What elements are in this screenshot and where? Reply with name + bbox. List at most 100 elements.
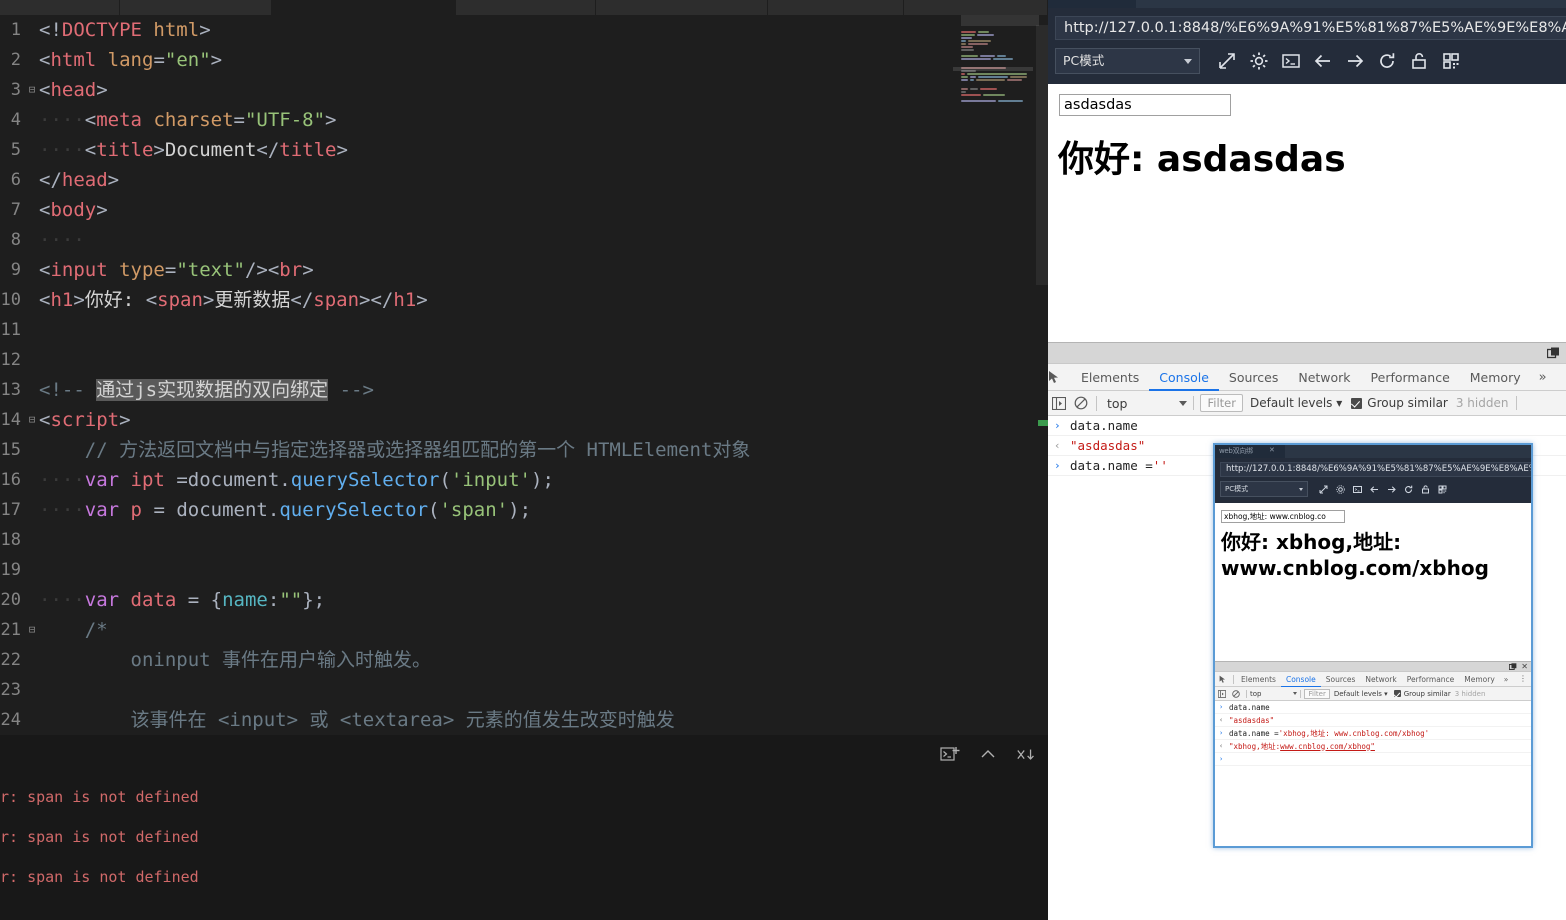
expand-window-icon[interactable] bbox=[1318, 484, 1329, 495]
inner-devtools-tabs[interactable]: Elements Console Sources Network Performance… bbox=[1236, 672, 1500, 687]
editor-tab[interactable] bbox=[903, 0, 1048, 15]
code-lines[interactable]: 1 <!DOCTYPE html> 2 <html lang="en"> 3 ⊟ <head… bbox=[0, 15, 751, 735]
code-viewport[interactable]: 1 <!DOCTYPE html> 2 <html lang="en"> 3 ⊟ <head… bbox=[0, 15, 1048, 735]
forward-arrow-icon[interactable] bbox=[1386, 484, 1397, 495]
inner-group-similar-checkbox[interactable] bbox=[1393, 690, 1401, 697]
devtools-tab-performance[interactable]: Performance bbox=[1361, 364, 1460, 391]
reload-icon[interactable] bbox=[1376, 50, 1398, 72]
code-line[interactable]: 4 ····<meta charset="UTF-8"> bbox=[0, 105, 750, 135]
editor-tab[interactable] bbox=[0, 0, 121, 15]
minimap-viewport[interactable] bbox=[961, 15, 1039, 26]
inner-device-mode-select[interactable]: PC模式 bbox=[1220, 481, 1308, 497]
code-line[interactable]: 16 ····var ipt =document.querySelector('i… bbox=[0, 465, 750, 495]
chevron-down-icon[interactable] bbox=[1179, 400, 1188, 406]
inner-console-line[interactable]: ‹ "asdasdas" bbox=[1215, 714, 1531, 727]
devtools-tab-console[interactable]: Console bbox=[1149, 364, 1219, 391]
editor-tab[interactable] bbox=[272, 0, 456, 15]
devtools-tab-sources[interactable]: Sources bbox=[1219, 364, 1288, 391]
qr-code-icon[interactable] bbox=[1440, 50, 1462, 72]
inner-address-bar[interactable]: http://127.0.0.1:8848/%E6%9A%91%E5%81%87… bbox=[1220, 462, 1531, 477]
code-line[interactable]: 14 ⊟ <script> bbox=[0, 405, 750, 435]
console-icon[interactable] bbox=[1352, 484, 1363, 495]
console-line[interactable]: › data.name bbox=[1048, 416, 1566, 436]
terminal-output[interactable]: r: span is not defined r: span is not def… bbox=[0, 777, 1048, 920]
browser-tab-strip[interactable] bbox=[1048, 0, 1566, 8]
editor-tab-strip[interactable] bbox=[0, 0, 1048, 15]
inner-console-line[interactable]: › data.name = 'xbhog,地址: www.cnblog.com/x… bbox=[1215, 727, 1531, 740]
inner-page-text-input[interactable]: xbhog,地址: www.cnblog.co bbox=[1221, 510, 1345, 523]
minimap-scrollbar[interactable] bbox=[1036, 25, 1048, 285]
code-line[interactable]: 15 // 方法返回文档中与指定选择器或选择器组匹配的第一个 HTMLEleme… bbox=[0, 435, 751, 465]
code-line[interactable]: 19 bbox=[0, 555, 750, 585]
inner-tab-strip[interactable]: web双向绑 ✕ bbox=[1215, 445, 1531, 458]
inner-devtools-tab-elements[interactable]: Elements bbox=[1236, 672, 1281, 687]
console-icon[interactable] bbox=[1280, 50, 1302, 72]
devtools-tab-memory[interactable]: Memory bbox=[1460, 364, 1531, 391]
fold-toggle-icon[interactable]: ⊟ bbox=[25, 615, 39, 645]
inner-browser-window[interactable]: web双向绑 ✕ http://127.0.0.1:8848/%E6%9A%91… bbox=[1213, 443, 1533, 848]
inner-devtools-tab-performance[interactable]: Performance bbox=[1402, 672, 1460, 687]
inner-console-output[interactable]: › data.name ‹ "asdasdas" › data.name = 'xbhog… bbox=[1215, 701, 1531, 846]
inner-console-context-selector[interactable]: top bbox=[1250, 690, 1261, 698]
group-similar-checkbox[interactable] bbox=[1351, 397, 1363, 409]
inspect-element-icon[interactable] bbox=[1048, 370, 1063, 385]
fold-toggle-icon[interactable]: ⊟ bbox=[25, 405, 39, 435]
code-line[interactable]: 13 <!-- 通过js实现数据的双向绑定 --> bbox=[0, 375, 750, 405]
console-sidebar-icon[interactable] bbox=[1048, 396, 1070, 410]
back-arrow-icon[interactable] bbox=[1312, 50, 1334, 72]
inner-console-line[interactable]: › data.name bbox=[1215, 701, 1531, 714]
dock-side-icon[interactable] bbox=[1509, 663, 1517, 671]
inner-console-line[interactable]: ‹ "xbhog,地址: www.cnblog.com/xbhog" bbox=[1215, 740, 1531, 753]
gear-icon[interactable] bbox=[1248, 50, 1270, 72]
back-arrow-icon[interactable] bbox=[1369, 484, 1380, 495]
code-line[interactable]: 3 ⊟ <head> bbox=[0, 75, 750, 105]
console-context-selector[interactable]: top bbox=[1107, 396, 1127, 411]
more-tabs-icon[interactable]: » bbox=[1531, 370, 1555, 385]
code-line[interactable]: 17 ····var p = document.querySelector('sp… bbox=[0, 495, 750, 525]
code-line[interactable]: 22 oninput 事件在用户输入时触发。 bbox=[0, 645, 750, 675]
devtools-tab-bar[interactable]: Elements Console Sources Network Performance… bbox=[1048, 364, 1566, 391]
inner-more-tabs-icon[interactable]: » bbox=[1500, 675, 1513, 684]
code-line[interactable]: 10 <h1>你好: <span>更新数据</span></h1> bbox=[0, 285, 750, 315]
inner-log-level-selector[interactable]: Default levels ▾ bbox=[1334, 690, 1388, 698]
inner-console-filter-input[interactable]: Filter bbox=[1304, 688, 1330, 699]
close-panel-icon[interactable] bbox=[1016, 745, 1036, 765]
code-line[interactable]: 18 bbox=[0, 525, 750, 555]
code-line[interactable]: 8 ···· bbox=[0, 225, 750, 255]
console-sidebar-icon[interactable] bbox=[1215, 689, 1229, 698]
new-terminal-icon[interactable] bbox=[940, 745, 960, 765]
address-bar[interactable]: http://127.0.0.1:8848/%E6%9A%91%E5%81%87… bbox=[1055, 16, 1566, 40]
unlock-icon[interactable] bbox=[1420, 484, 1431, 495]
code-line[interactable]: 12 bbox=[0, 345, 750, 375]
code-line[interactable]: 5 ····<title>Document</title> bbox=[0, 135, 750, 165]
editor-tab[interactable] bbox=[767, 0, 904, 15]
code-line[interactable]: 7 <body> bbox=[0, 195, 750, 225]
editor-tab[interactable] bbox=[455, 0, 596, 15]
inspect-element-icon[interactable] bbox=[1215, 675, 1231, 684]
inner-devtools-close-icon[interactable]: ✕ bbox=[1521, 662, 1528, 671]
editor-tab[interactable] bbox=[596, 0, 768, 15]
inner-devtools-tab-network[interactable]: Network bbox=[1360, 672, 1401, 687]
editor-minimap[interactable] bbox=[953, 15, 1048, 735]
devtools-tabs[interactable]: Elements Console Sources Network Performance… bbox=[1071, 364, 1531, 391]
fold-toggle-icon[interactable]: ⊟ bbox=[25, 75, 39, 105]
clear-console-icon[interactable] bbox=[1070, 396, 1092, 410]
expand-window-icon[interactable] bbox=[1216, 50, 1238, 72]
inner-tab-blank[interactable] bbox=[1285, 445, 1531, 458]
code-line[interactable]: 24 该事件在 <input> 或 <textarea> 元素的值发生改变时触发 bbox=[0, 705, 750, 735]
chevron-down-icon[interactable] bbox=[1293, 692, 1298, 695]
log-level-selector[interactable]: Default levels ▾ bbox=[1250, 396, 1342, 410]
editor-tab[interactable] bbox=[120, 0, 273, 15]
gear-icon[interactable] bbox=[1335, 484, 1346, 495]
code-line[interactable]: 2 <html lang="en"> bbox=[0, 45, 750, 75]
device-mode-select[interactable]: PC模式 bbox=[1055, 48, 1200, 74]
inner-devtools-menu-icon[interactable]: ⋮ bbox=[1519, 674, 1527, 683]
code-line[interactable]: 9 <input type="text"/><br> bbox=[0, 255, 750, 285]
forward-arrow-icon[interactable] bbox=[1344, 50, 1366, 72]
inner-devtools-tab-console[interactable]: Console bbox=[1280, 672, 1321, 687]
chevron-up-icon[interactable] bbox=[978, 745, 998, 765]
reload-icon[interactable] bbox=[1403, 484, 1414, 495]
clear-console-icon[interactable] bbox=[1229, 689, 1243, 698]
code-line[interactable]: 6 </head> bbox=[0, 165, 750, 195]
devtools-tab-elements[interactable]: Elements bbox=[1071, 364, 1149, 391]
